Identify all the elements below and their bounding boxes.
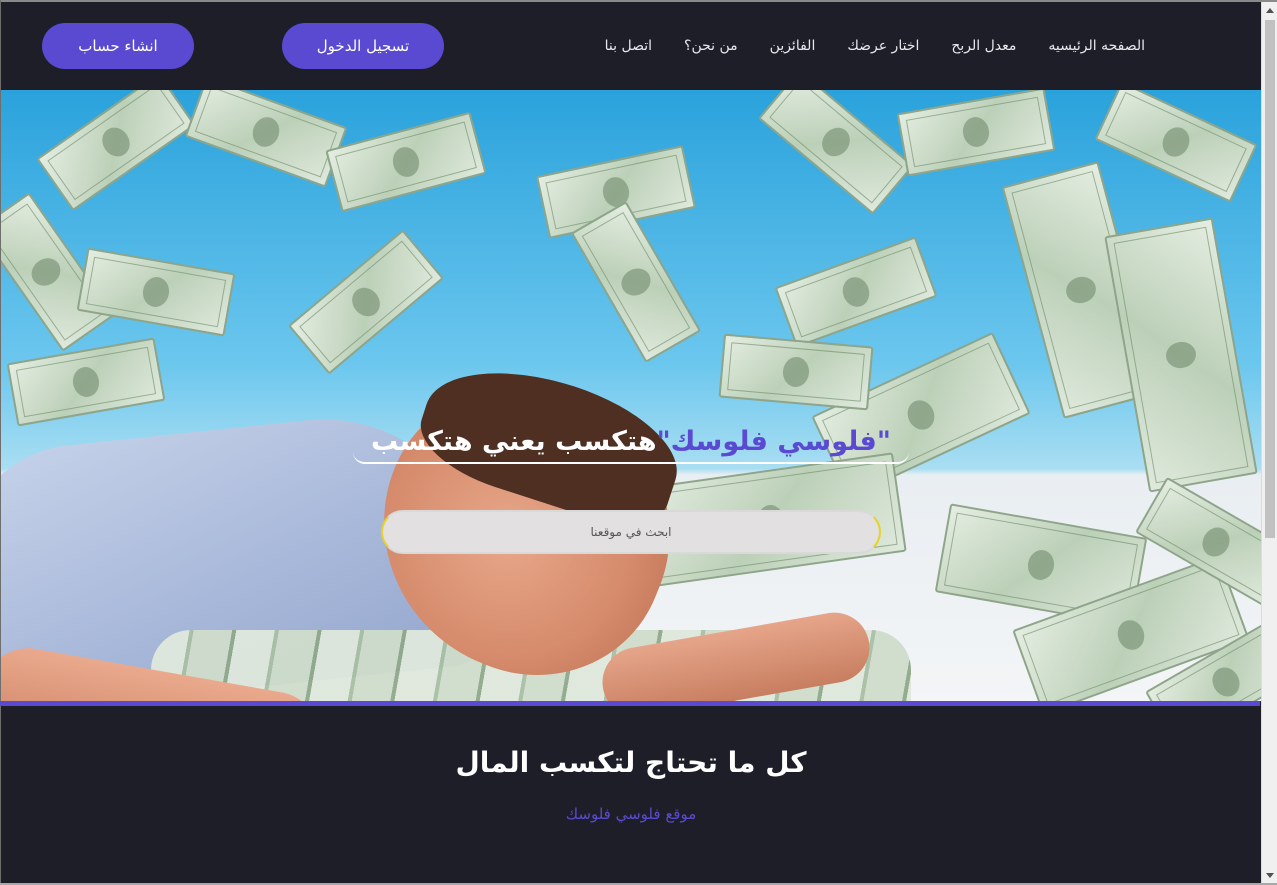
money-bill <box>6 337 166 427</box>
scrollbar-thumb[interactable] <box>1265 20 1275 538</box>
nav-link-home[interactable]: الصفحه الرئيسيه <box>1048 35 1145 57</box>
section-title: كل ما تحتاج لتكسب المال <box>455 746 807 779</box>
nav-link-winners[interactable]: الفائزين <box>770 35 816 57</box>
money-bill <box>1104 217 1258 493</box>
money-bill <box>896 90 1056 177</box>
money-bill <box>570 201 702 363</box>
vertical-scrollbar[interactable] <box>1261 2 1277 883</box>
money-bill <box>757 90 915 215</box>
nav-link-choose-offer[interactable]: اختار عرضك <box>847 35 919 57</box>
hero-banner: "فلوسي فلوسك"هتكسب يعني هتكسب <box>1 90 1261 701</box>
nav-link-about[interactable]: من نحن؟ <box>684 35 738 57</box>
section-subtitle: موقع فلوسي فلوسك <box>565 805 697 823</box>
money-bill <box>287 229 445 375</box>
nav-link-profit-rate[interactable]: معدل الربح <box>951 35 1016 57</box>
money-bill <box>774 236 938 348</box>
hero-title-accent: "فلوسي فلوسك" <box>656 426 891 457</box>
scroll-down-arrow-icon[interactable] <box>1262 867 1277 883</box>
nav-links: الصفحه الرئيسيه معدل الربح اختار عرضك ال… <box>605 35 1145 57</box>
money-bill <box>1094 90 1258 203</box>
money-bill <box>184 90 348 188</box>
login-button[interactable]: تسجيل الدخول <box>282 23 444 69</box>
features-section: كل ما تحتاج لتكسب المال موقع فلوسي فلوسك <box>1 706 1261 883</box>
money-bill <box>36 90 196 212</box>
money-bill <box>325 111 487 213</box>
hero-title-text: هتكسب يعني هتكسب <box>371 426 657 457</box>
top-navbar: انشاء حساب تسجيل الدخول الصفحه الرئيسيه … <box>1 2 1261 90</box>
nav-link-contact[interactable]: اتصل بنا <box>605 35 652 57</box>
scroll-up-arrow-icon[interactable] <box>1262 2 1277 18</box>
site-search-input[interactable] <box>381 510 881 554</box>
hero-title: "فلوسي فلوسك"هتكسب يعني هتكسب <box>353 424 909 464</box>
money-bill <box>718 333 874 411</box>
signup-button[interactable]: انشاء حساب <box>42 23 194 69</box>
